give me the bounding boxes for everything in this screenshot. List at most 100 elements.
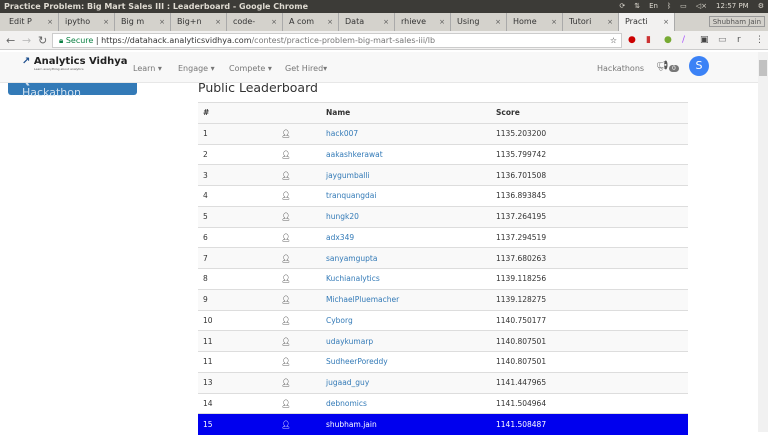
rank: 3 xyxy=(198,164,276,186)
sync-icon[interactable]: ⟳ xyxy=(619,0,625,13)
reload-icon[interactable]: ↻ xyxy=(38,34,47,47)
table-row: 3 👤︎ jaygumballi 1136.701508 xyxy=(198,164,688,186)
browser-tab[interactable]: Big m × xyxy=(115,13,171,31)
user-name-link[interactable]: Kuchianalytics xyxy=(321,268,491,290)
user-name-link[interactable]: jugaad_guy xyxy=(321,371,491,393)
adblock-icon[interactable]: ● xyxy=(628,35,636,45)
tab-label: rhieve xyxy=(401,17,427,26)
browser-tab[interactable]: rhieve × xyxy=(395,13,451,31)
clock[interactable]: 12:57 PM xyxy=(716,0,749,13)
keyboard-lang[interactable]: En xyxy=(649,0,658,13)
tab-label: Using xyxy=(457,17,480,26)
tab-label: A com xyxy=(289,17,315,26)
user-name-link[interactable]: MichaelPluemacher xyxy=(321,288,491,310)
close-tab-icon[interactable]: × xyxy=(47,13,53,31)
back-arrow-icon[interactable]: ← xyxy=(6,34,15,47)
close-tab-icon[interactable]: × xyxy=(663,13,669,31)
bluetooth-icon[interactable]: ᛒ xyxy=(667,0,671,13)
user-name-link[interactable]: debnomics xyxy=(321,392,491,414)
user-name-link[interactable]: adx349 xyxy=(321,226,491,248)
user-name-link[interactable]: udaykumarp xyxy=(321,330,491,352)
score: 1136.893845 xyxy=(491,185,688,207)
user-name-link[interactable]: jaygumballi xyxy=(321,164,491,186)
user-name-link[interactable]: hungk20 xyxy=(321,205,491,227)
rank: 15 xyxy=(198,413,276,435)
browser-tab[interactable]: ipytho × xyxy=(59,13,115,31)
profile-ext-icon[interactable]: r xyxy=(737,35,741,45)
network-icon[interactable]: ⇅ xyxy=(634,0,640,13)
user-name-link[interactable]: Cyborg xyxy=(321,309,491,331)
settings-gear-icon[interactable]: ⚙ xyxy=(758,0,764,13)
close-tab-icon[interactable]: × xyxy=(607,13,613,31)
browser-tab[interactable]: Big+n × xyxy=(171,13,227,31)
bookmark-ext-icon[interactable]: ▮ xyxy=(646,35,651,45)
close-tab-icon[interactable]: × xyxy=(383,13,389,31)
menu-learn[interactable]: Learn ▾ xyxy=(133,64,162,73)
secure-label: Secure xyxy=(65,36,94,45)
score: 1141.508487 xyxy=(491,413,688,435)
close-tab-icon[interactable]: × xyxy=(495,13,501,31)
user-name-link[interactable]: tranquangdai xyxy=(321,185,491,207)
rank: 6 xyxy=(198,226,276,248)
rank: 14 xyxy=(198,392,276,414)
browser-tab[interactable]: Practi × xyxy=(619,13,675,31)
close-tab-icon[interactable]: × xyxy=(271,13,277,31)
scrollbar[interactable] xyxy=(758,52,768,432)
close-tab-icon[interactable]: × xyxy=(439,13,445,31)
close-tab-icon[interactable]: × xyxy=(327,13,333,31)
forward-arrow-icon[interactable]: → xyxy=(22,34,31,47)
megaphone-icon[interactable]: 📢︎ xyxy=(656,61,669,72)
rank: 10 xyxy=(198,309,276,331)
user-name-link[interactable]: SudheerPoreddy xyxy=(321,351,491,373)
tab-label: Big m xyxy=(121,17,145,26)
close-tab-icon[interactable]: × xyxy=(551,13,557,31)
table-row: 2 👤︎ aakashkerawat 1135.799742 xyxy=(198,143,688,165)
avatar[interactable]: S xyxy=(689,56,709,76)
user-name-link[interactable]: hack007 xyxy=(321,122,491,144)
menu-compete[interactable]: Compete ▾ xyxy=(229,64,272,73)
browser-tab[interactable]: Data × xyxy=(339,13,395,31)
extension-box-icon[interactable]: ▣ xyxy=(700,35,709,45)
site-logo[interactable]: ↗ Analytics Vidhya Learn everything about… xyxy=(22,56,128,71)
menu-hackathons[interactable]: Hackathons xyxy=(597,64,644,73)
volume-icon[interactable]: ◁× xyxy=(696,0,707,13)
browser-tab[interactable]: Tutori × xyxy=(563,13,619,31)
score: 1139.118256 xyxy=(491,268,688,290)
bookmark-star-icon[interactable]: ☆ xyxy=(610,34,617,47)
score: 1137.680263 xyxy=(491,247,688,269)
browser-tab[interactable]: Edit P × xyxy=(3,13,59,31)
score: 1136.701508 xyxy=(491,164,688,186)
table-row: 13 👤︎ jugaad_guy 1141.447965 xyxy=(198,371,688,393)
user-name-link[interactable]: sanyamgupta xyxy=(321,247,491,269)
pen-ext-icon[interactable]: / xyxy=(682,35,685,45)
menu-engage[interactable]: Engage ▾ xyxy=(178,64,215,73)
user-icon: 👤︎ xyxy=(276,330,321,352)
browser-tab[interactable]: Home × xyxy=(507,13,563,31)
table-row: 15 👤︎ shubham.jain 1141.508487 xyxy=(198,413,688,435)
browser-tab[interactable]: A com × xyxy=(283,13,339,31)
tab-label: Practi xyxy=(625,17,648,26)
browser-tab[interactable]: Using × xyxy=(451,13,507,31)
table-row: 11 👤︎ udaykumarp 1140.807501 xyxy=(198,330,688,352)
scrollbar-thumb[interactable] xyxy=(759,60,767,76)
user-icon: 👤︎ xyxy=(276,185,321,207)
close-tab-icon[interactable]: × xyxy=(215,13,221,31)
extension-icon[interactable]: ● xyxy=(664,35,672,45)
url-bar[interactable]: 🔒︎ Secure | https://datahack.analyticsvi… xyxy=(52,33,622,48)
url-path: /contest/practice-problem-big-mart-sales… xyxy=(251,36,436,45)
cast-icon[interactable]: ▭ xyxy=(718,35,727,45)
battery-icon[interactable]: ▭ xyxy=(680,0,687,13)
menu-kebab-icon[interactable]: ⋮ xyxy=(755,35,764,45)
close-tab-icon[interactable]: × xyxy=(103,13,109,31)
user-name-link[interactable]: shubham.jain xyxy=(321,413,491,435)
col-rank: # xyxy=(198,102,276,124)
close-tab-icon[interactable]: × xyxy=(159,13,165,31)
user-name-link[interactable]: aakashkerawat xyxy=(321,143,491,165)
profile-badge[interactable]: Shubham Jain xyxy=(708,16,765,27)
rank: 2 xyxy=(198,143,276,165)
rank: 5 xyxy=(198,205,276,227)
menu-get-hired[interactable]: Get Hired▾ xyxy=(285,64,327,73)
user-icon: 👤︎ xyxy=(276,309,321,331)
browser-tab[interactable]: code- × xyxy=(227,13,283,31)
notification-count: 0 xyxy=(669,65,679,72)
